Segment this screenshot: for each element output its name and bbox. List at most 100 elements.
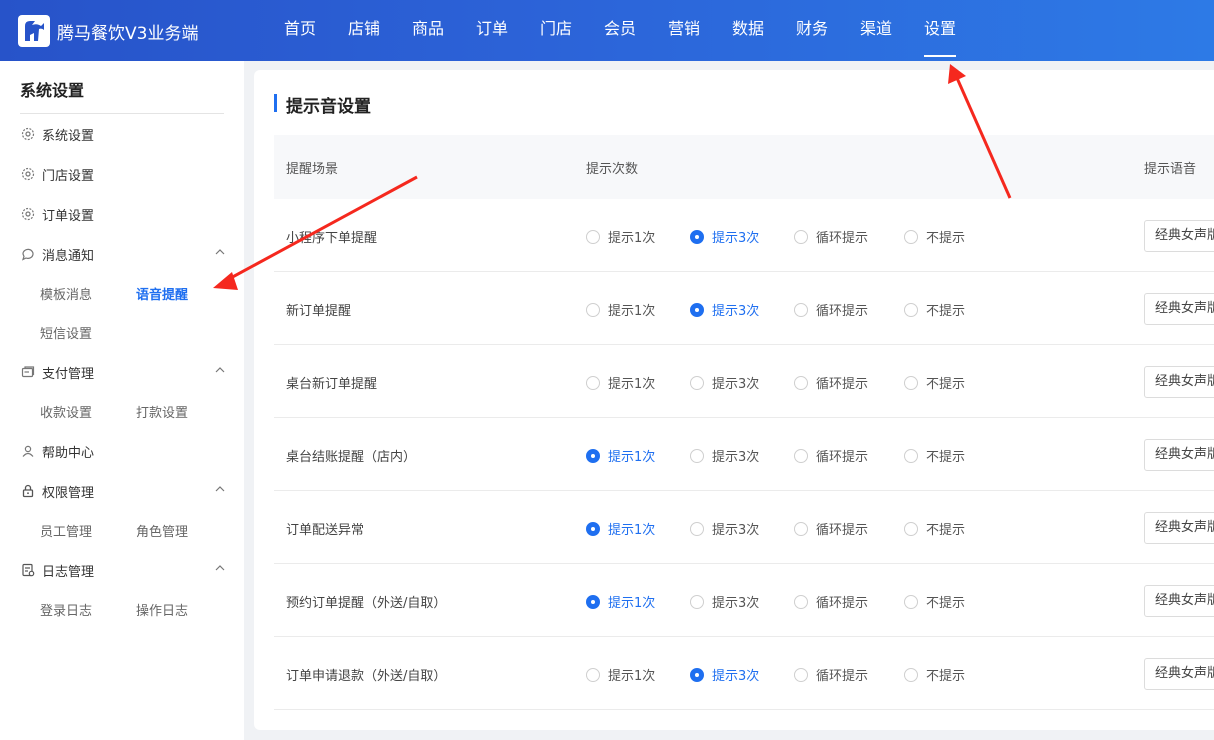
reminder-scene-label: 新订单提醒 (286, 304, 352, 319)
nav-item-10[interactable]: 设置 (908, 0, 972, 61)
chevron-up-icon[interactable] (214, 364, 226, 380)
radio-circle-icon[interactable] (690, 667, 704, 682)
radio-circle-icon[interactable] (904, 521, 918, 536)
nav-item-0[interactable]: 首页 (268, 0, 332, 61)
chevron-up-icon[interactable] (214, 483, 226, 499)
radio-circle-icon[interactable] (586, 667, 600, 682)
voice-select[interactable]: 经典女声版 (1144, 512, 1214, 544)
nav-item-5[interactable]: 会员 (588, 0, 652, 61)
sidebar-item-permissions[interactable]: 权限管理 (20, 479, 230, 503)
nav-item-7[interactable]: 数据 (716, 0, 780, 61)
sidebar-item-notifications[interactable]: 消息通知 (20, 242, 230, 266)
radio-circle-icon[interactable] (794, 229, 808, 244)
nav-item-9[interactable]: 渠道 (844, 0, 908, 61)
sidebar-sub-sms-settings[interactable]: 短信设置 (40, 323, 92, 342)
nav-item-4[interactable]: 门店 (524, 0, 588, 61)
reminder-count-radio-option[interactable]: 循环提示 (794, 519, 868, 538)
reminder-count-radio-option[interactable]: 提示3次 (690, 227, 759, 246)
nav-item-8[interactable]: 财务 (780, 0, 844, 61)
sidebar-sub-operation-log[interactable]: 操作日志 (136, 600, 188, 619)
reminder-count-radio-option[interactable]: 提示1次 (586, 446, 655, 465)
radio-circle-icon[interactable] (904, 375, 918, 390)
reminder-count-radio-option[interactable]: 不提示 (904, 227, 965, 246)
reminder-count-radio-option[interactable]: 提示3次 (690, 446, 759, 465)
reminder-count-radio-option[interactable]: 循环提示 (794, 227, 868, 246)
chevron-up-icon[interactable] (214, 246, 226, 262)
reminder-count-radio-option[interactable]: 不提示 (904, 519, 965, 538)
reminder-count-radio-option[interactable]: 提示3次 (690, 519, 759, 538)
radio-circle-icon[interactable] (904, 229, 918, 244)
radio-circle-icon[interactable] (690, 302, 704, 317)
radio-circle-icon[interactable] (794, 521, 808, 536)
voice-select[interactable]: 经典女声版 (1144, 366, 1214, 398)
reminder-count-radio-option[interactable]: 循环提示 (794, 373, 868, 392)
reminder-count-radio-option[interactable]: 提示1次 (586, 519, 655, 538)
radio-option-label: 循环提示 (816, 304, 869, 319)
sidebar-item-system-settings[interactable]: 系统设置 (20, 122, 230, 146)
radio-circle-icon[interactable] (690, 229, 704, 244)
reminder-count-radio-option[interactable]: 不提示 (904, 592, 965, 611)
radio-circle-icon[interactable] (690, 521, 704, 536)
radio-circle-icon[interactable] (690, 375, 704, 390)
lock-icon (20, 484, 35, 499)
reminder-count-radio-option[interactable]: 循环提示 (794, 446, 868, 465)
voice-select[interactable]: 经典女声版 (1144, 439, 1214, 471)
sidebar-sub-login-log[interactable]: 登录日志 (40, 600, 92, 619)
radio-circle-icon[interactable] (794, 375, 808, 390)
reminder-count-radio-option[interactable]: 不提示 (904, 446, 965, 465)
reminder-count-radio-option[interactable]: 提示3次 (690, 373, 759, 392)
reminder-count-radio-option[interactable]: 提示1次 (586, 373, 655, 392)
radio-circle-icon[interactable] (586, 229, 600, 244)
nav-item-6[interactable]: 营销 (652, 0, 716, 61)
nav-item-2[interactable]: 商品 (396, 0, 460, 61)
sidebar-sub-collection-settings[interactable]: 收款设置 (40, 402, 92, 421)
sidebar-sub-role-management[interactable]: 角色管理 (136, 521, 188, 540)
radio-circle-icon[interactable] (904, 594, 918, 609)
reminder-count-radio-option[interactable]: 不提示 (904, 373, 965, 392)
reminder-count-radio-option[interactable]: 循环提示 (794, 300, 868, 319)
sidebar-sub-payout-settings[interactable]: 打款设置 (136, 402, 188, 421)
radio-circle-icon[interactable] (690, 448, 704, 463)
nav-item-3[interactable]: 订单 (460, 0, 524, 61)
radio-circle-icon[interactable] (794, 667, 808, 682)
table-header: 提醒场景 提示次数 提示语音 (274, 135, 1214, 199)
voice-select[interactable]: 经典女声版 (1144, 585, 1214, 617)
reminder-count-radio-option[interactable]: 提示3次 (690, 592, 759, 611)
sidebar-item-order-settings[interactable]: 订单设置 (20, 202, 230, 226)
reminder-count-radio-option[interactable]: 提示1次 (586, 665, 655, 684)
voice-select[interactable]: 经典女声版 (1144, 220, 1214, 252)
radio-circle-icon[interactable] (586, 375, 600, 390)
radio-circle-icon[interactable] (794, 448, 808, 463)
radio-circle-icon[interactable] (904, 302, 918, 317)
sidebar-item-payment[interactable]: 支付管理 (20, 360, 230, 384)
reminder-count-radio-option[interactable]: 提示3次 (690, 665, 759, 684)
sidebar-sub-staff-management[interactable]: 员工管理 (40, 521, 92, 540)
nav-item-1[interactable]: 店铺 (332, 0, 396, 61)
sidebar-sub-template-message[interactable]: 模板消息 (40, 284, 92, 303)
radio-circle-icon[interactable] (586, 594, 600, 609)
reminder-count-radio-option[interactable]: 循环提示 (794, 665, 868, 684)
voice-select[interactable]: 经典女声版 (1144, 293, 1214, 325)
reminder-count-radio-option[interactable]: 不提示 (904, 300, 965, 319)
sidebar-item-help-center[interactable]: 帮助中心 (20, 439, 230, 463)
radio-circle-icon[interactable] (586, 302, 600, 317)
sidebar-sub-voice-reminder[interactable]: 语音提醒 (136, 284, 188, 303)
radio-circle-icon[interactable] (794, 594, 808, 609)
radio-circle-icon[interactable] (904, 667, 918, 682)
reminder-count-radio-option[interactable]: 不提示 (904, 665, 965, 684)
chevron-up-icon[interactable] (214, 562, 226, 578)
radio-circle-icon[interactable] (586, 521, 600, 536)
reminder-count-radio-option[interactable]: 提示1次 (586, 592, 655, 611)
reminder-count-radio-option[interactable]: 提示1次 (586, 300, 655, 319)
radio-circle-icon[interactable] (794, 302, 808, 317)
radio-option-label: 提示3次 (712, 596, 760, 611)
radio-circle-icon[interactable] (904, 448, 918, 463)
sidebar-item-store-settings[interactable]: 门店设置 (20, 162, 230, 186)
radio-circle-icon[interactable] (586, 448, 600, 463)
sidebar-item-logs[interactable]: 日志管理 (20, 558, 230, 582)
voice-select[interactable]: 经典女声版 (1144, 658, 1214, 690)
radio-circle-icon[interactable] (690, 594, 704, 609)
reminder-count-radio-option[interactable]: 提示3次 (690, 300, 759, 319)
reminder-count-radio-option[interactable]: 提示1次 (586, 227, 655, 246)
reminder-count-radio-option[interactable]: 循环提示 (794, 592, 868, 611)
